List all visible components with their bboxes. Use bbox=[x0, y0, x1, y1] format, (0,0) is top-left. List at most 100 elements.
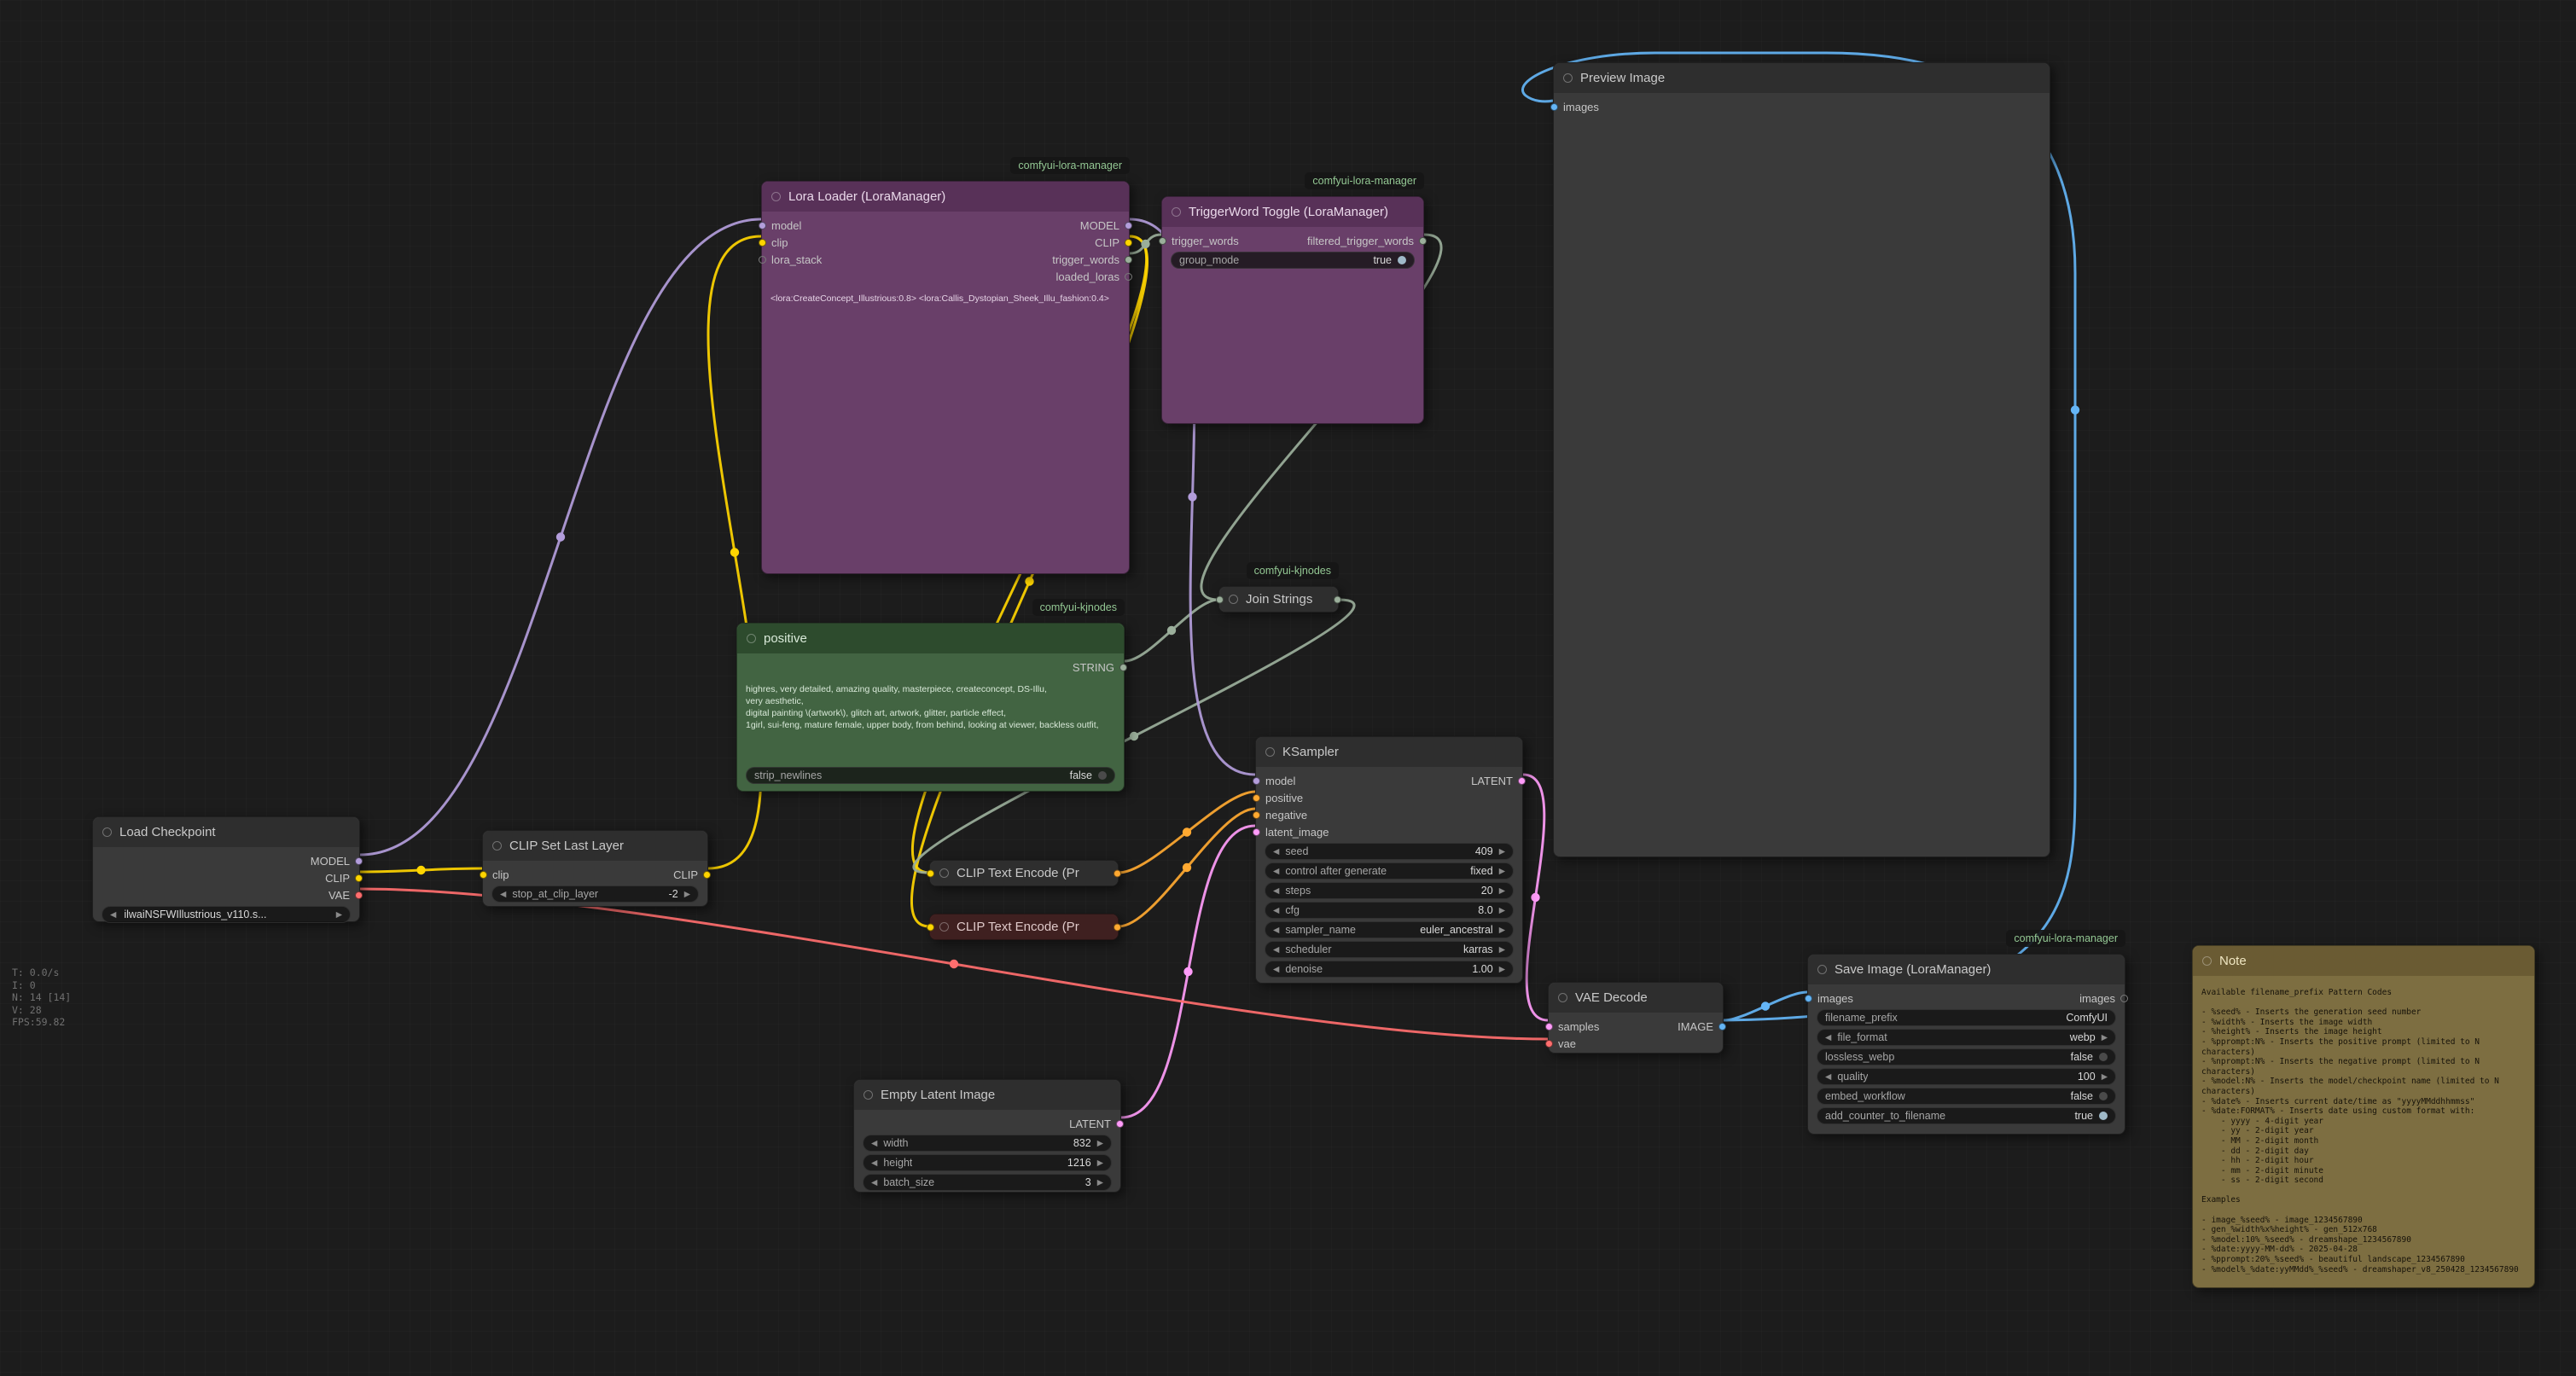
decrement-arrow[interactable]: ◀ bbox=[110, 910, 116, 920]
node-header[interactable]: Lora Loader (LoraManager) bbox=[762, 182, 1129, 212]
decrement-arrow[interactable]: ◀ bbox=[871, 1139, 877, 1148]
input-port-vae[interactable] bbox=[1545, 1040, 1553, 1048]
collapse-button[interactable] bbox=[492, 841, 502, 851]
widget-filename_prefix[interactable]: filename_prefixComfyUI bbox=[1817, 1009, 2116, 1026]
input-port-negative[interactable] bbox=[1253, 811, 1260, 819]
node-positive-string[interactable]: positiveSTRINGhighres, very detailed, am… bbox=[736, 623, 1125, 792]
increment-arrow[interactable]: ▶ bbox=[2102, 1033, 2108, 1042]
output-port-images[interactable] bbox=[2120, 995, 2128, 1002]
widget-denoise[interactable]: ◀denoise1.00▶ bbox=[1265, 961, 1514, 978]
widget-strip_newlines[interactable]: strip_newlinesfalse bbox=[746, 767, 1115, 784]
decrement-arrow[interactable]: ◀ bbox=[1273, 906, 1279, 915]
output-port-trigger_words[interactable] bbox=[1125, 256, 1132, 264]
decrement-arrow[interactable]: ◀ bbox=[1273, 867, 1279, 876]
input-port-images[interactable] bbox=[1550, 103, 1558, 111]
input-port-clip[interactable] bbox=[480, 871, 487, 879]
collapse-button[interactable] bbox=[1558, 993, 1567, 1002]
output-port[interactable] bbox=[1114, 923, 1121, 931]
increment-arrow[interactable]: ▶ bbox=[1097, 1158, 1103, 1168]
collapse-button[interactable] bbox=[1172, 207, 1181, 217]
node-clip-set-last-layer[interactable]: CLIP Set Last LayerclipCLIP◀stop_at_clip… bbox=[482, 830, 708, 907]
node-lora-loader[interactable]: Lora Loader (LoraManager)modelMODELclipC… bbox=[761, 181, 1130, 574]
collapse-button[interactable] bbox=[1265, 747, 1275, 757]
increment-arrow[interactable]: ▶ bbox=[2102, 1072, 2108, 1082]
collapse-button[interactable] bbox=[939, 868, 949, 878]
prompt-text[interactable]: highres, very detailed, amazing quality,… bbox=[737, 676, 1124, 764]
collapse-button[interactable] bbox=[747, 634, 756, 643]
node-header[interactable]: KSampler bbox=[1256, 737, 1522, 767]
node-graph-canvas[interactable]: Load CheckpointMODELCLIPVAE◀ilwaiNSFWIll… bbox=[0, 0, 2576, 1376]
input-port-trigger_words[interactable] bbox=[1159, 237, 1166, 245]
node-header[interactable]: CLIP Text Encode (Pr bbox=[930, 861, 1118, 885]
widget-batch_size[interactable]: ◀batch_size3▶ bbox=[863, 1174, 1112, 1191]
node-clip-text-encode-positive[interactable]: CLIP Text Encode (Pr bbox=[929, 860, 1119, 886]
collapse-button[interactable] bbox=[939, 922, 949, 932]
node-preview-image[interactable]: Preview Imageimages bbox=[1553, 62, 2050, 857]
input-port[interactable] bbox=[927, 869, 934, 877]
input-port-lora_stack[interactable] bbox=[759, 256, 766, 264]
output-port[interactable] bbox=[1334, 595, 1341, 603]
input-port-clip[interactable] bbox=[759, 239, 766, 247]
toggle-indicator[interactable] bbox=[2099, 1053, 2108, 1061]
node-save-image[interactable]: Save Image (LoraManager)imagesimagesfile… bbox=[1807, 954, 2125, 1135]
increment-arrow[interactable]: ▶ bbox=[1499, 945, 1505, 955]
increment-arrow[interactable]: ▶ bbox=[1097, 1139, 1103, 1148]
input-port-samples[interactable] bbox=[1545, 1023, 1553, 1031]
node-load-checkpoint[interactable]: Load CheckpointMODELCLIPVAE◀ilwaiNSFWIll… bbox=[92, 816, 360, 922]
node-header[interactable]: TriggerWord Toggle (LoraManager) bbox=[1162, 197, 1423, 227]
decrement-arrow[interactable]: ◀ bbox=[1825, 1033, 1831, 1042]
node-header[interactable]: Empty Latent Image bbox=[854, 1080, 1120, 1110]
input-port-model[interactable] bbox=[759, 222, 766, 229]
input-port-model[interactable] bbox=[1253, 777, 1260, 785]
output-port[interactable] bbox=[1114, 869, 1121, 877]
collapse-button[interactable] bbox=[771, 192, 781, 201]
widget-add_counter_to_filename[interactable]: add_counter_to_filenametrue bbox=[1817, 1107, 2116, 1124]
node-header[interactable]: CLIP Text Encode (Pr bbox=[930, 914, 1118, 939]
widget-steps[interactable]: ◀steps20▶ bbox=[1265, 882, 1514, 899]
collapse-button[interactable] bbox=[1817, 965, 1827, 974]
node-triggerword-toggle[interactable]: TriggerWord Toggle (LoraManager)trigger_… bbox=[1161, 196, 1424, 424]
output-port-CLIP[interactable] bbox=[355, 874, 363, 882]
widget-lossless_webp[interactable]: lossless_webpfalse bbox=[1817, 1048, 2116, 1065]
output-port-LATENT[interactable] bbox=[1518, 777, 1526, 785]
toggle-indicator[interactable] bbox=[1398, 256, 1406, 264]
input-port-images[interactable] bbox=[1805, 995, 1812, 1002]
note-text[interactable]: Available filename_prefix Pattern Codes … bbox=[2193, 981, 2534, 1280]
increment-arrow[interactable]: ▶ bbox=[1499, 867, 1505, 876]
decrement-arrow[interactable]: ◀ bbox=[1273, 945, 1279, 955]
node-header[interactable]: Join Strings bbox=[1219, 587, 1338, 612]
increment-arrow[interactable]: ▶ bbox=[1499, 847, 1505, 856]
widget-seed[interactable]: ◀seed409▶ bbox=[1265, 843, 1514, 860]
output-port-CLIP[interactable] bbox=[703, 871, 711, 879]
increment-arrow[interactable]: ▶ bbox=[1499, 926, 1505, 935]
node-header[interactable]: positive bbox=[737, 624, 1124, 653]
node-join-strings[interactable]: Join Strings bbox=[1218, 586, 1339, 613]
node-empty-latent-image[interactable]: Empty Latent ImageLATENT◀width832▶◀heigh… bbox=[853, 1079, 1121, 1193]
output-port-filtered_trigger_words[interactable] bbox=[1419, 237, 1427, 245]
node-ksampler[interactable]: KSamplermodelLATENTpositivenegativelaten… bbox=[1255, 736, 1523, 984]
output-port-VAE[interactable] bbox=[355, 891, 363, 899]
collapse-button[interactable] bbox=[1229, 595, 1238, 604]
widget-embed_workflow[interactable]: embed_workflowfalse bbox=[1817, 1088, 2116, 1105]
node-header[interactable]: Save Image (LoraManager) bbox=[1808, 955, 2125, 984]
widget-quality[interactable]: ◀quality100▶ bbox=[1817, 1068, 2116, 1085]
increment-arrow[interactable]: ▶ bbox=[1499, 965, 1505, 974]
prompt-text[interactable]: <lora:CreateConcept_Illustrious:0.8> <lo… bbox=[762, 285, 1129, 566]
output-port-LATENT[interactable] bbox=[1116, 1120, 1124, 1128]
input-port[interactable] bbox=[927, 923, 934, 931]
widget-file_format[interactable]: ◀file_formatwebp▶ bbox=[1817, 1029, 2116, 1046]
output-port-MODEL[interactable] bbox=[1125, 222, 1132, 229]
decrement-arrow[interactable]: ◀ bbox=[1273, 965, 1279, 974]
toggle-indicator[interactable] bbox=[1098, 771, 1107, 780]
node-header[interactable]: Load Checkpoint bbox=[93, 817, 359, 847]
widget-sampler_name[interactable]: ◀sampler_nameeuler_ancestral▶ bbox=[1265, 921, 1514, 938]
node-note[interactable]: NoteAvailable filename_prefix Pattern Co… bbox=[2192, 945, 2535, 1288]
widget-height[interactable]: ◀height1216▶ bbox=[863, 1154, 1112, 1171]
increment-arrow[interactable]: ▶ bbox=[1499, 906, 1505, 915]
decrement-arrow[interactable]: ◀ bbox=[500, 890, 506, 899]
collapse-button[interactable] bbox=[864, 1090, 873, 1100]
decrement-arrow[interactable]: ◀ bbox=[1273, 886, 1279, 896]
output-port-CLIP[interactable] bbox=[1125, 239, 1132, 247]
decrement-arrow[interactable]: ◀ bbox=[871, 1178, 877, 1187]
toggle-indicator[interactable] bbox=[2099, 1092, 2108, 1100]
